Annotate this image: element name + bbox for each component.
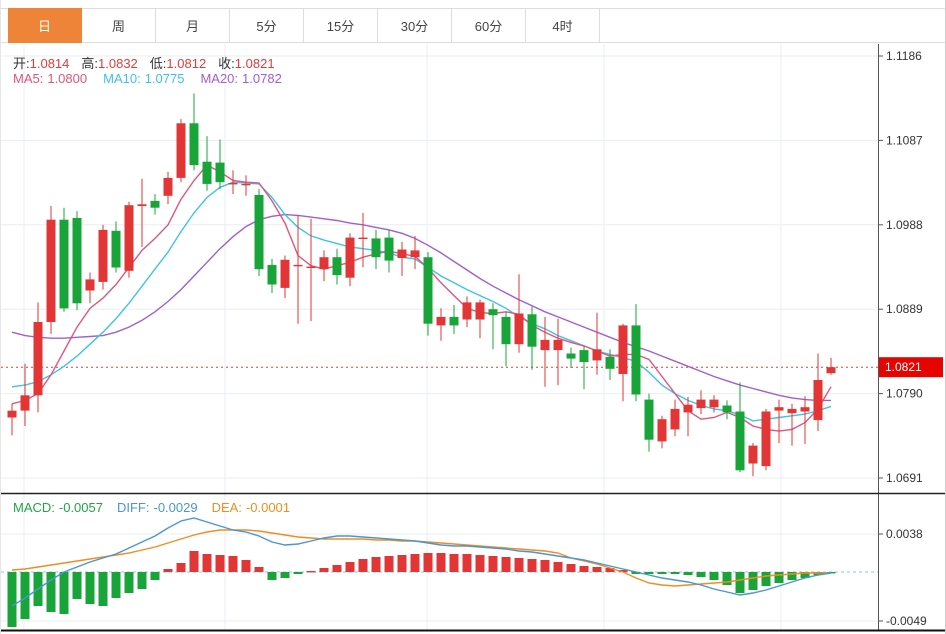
low-label: 低: [149,56,167,71]
timeframe-tabbar: 日 周 月 5分 15分 30分 60分 4时 [1,8,945,43]
tab-30min[interactable]: 30分 [378,9,452,42]
svg-text:0.0038: 0.0038 [886,527,923,541]
svg-text:1.0821: 1.0821 [885,360,922,374]
tab-day[interactable]: 日 [8,8,82,43]
chart-canvas[interactable]: 1.1186 1.1087 1.0988 1.0889 1.0790 1.0691 0.00… [1,44,946,634]
low-value: 1.0812 [166,56,207,71]
tab-week[interactable]: 周 [82,9,156,42]
open-value: 1.0814 [29,56,70,71]
tab-5min[interactable]: 5分 [230,9,304,42]
close-label: 收: [218,56,235,71]
ma-legend: MA5: 1.0800 MA10: 1.0775 MA20: 1.0782 [13,71,282,86]
diff-value: -0.0029 [153,500,198,515]
close-value: 1.0821 [234,56,275,71]
ma5-value: 1.0800 [47,71,88,86]
svg-text:1.0691: 1.0691 [886,471,923,485]
dea-value: -0.0001 [245,500,291,515]
ma10-value: 1.0775 [144,71,185,86]
svg-text:1.1087: 1.1087 [886,133,923,147]
svg-text:-0.0049: -0.0049 [886,614,927,628]
ma5-label: MA5: [13,71,44,86]
macd-label: MACD: [13,500,55,515]
svg-text:1.0988: 1.0988 [886,218,923,232]
tab-15min[interactable]: 15分 [304,9,378,42]
ma20-value: 1.0782 [242,71,282,86]
tab-60min[interactable]: 60分 [452,9,526,42]
open-label: 开: [13,56,30,71]
high-value: 1.0832 [98,56,138,71]
chart-marks: 1.1186 1.1087 1.0988 1.0889 1.0790 1.0691 0.00… [1,44,945,632]
macd-legend: MACD: -0.0057 DIFF: -0.0029 DEA: -0.0001 [13,500,290,515]
macd-value: -0.0057 [58,500,103,515]
svg-text:1.0790: 1.0790 [886,387,923,401]
svg-text:1.0889: 1.0889 [886,302,923,316]
dea-label: DEA: [211,500,242,515]
high-label: 高: [81,56,99,71]
tab-month[interactable]: 月 [156,9,230,42]
diff-label: DIFF: [116,500,150,515]
ma10-label: MA10: [103,71,141,86]
ma20-label: MA20: [200,71,239,86]
ohlc-legend: 开:1.0814 高:1.0832 低:1.0812 收:1.0821 [13,53,287,72]
tab-4hour[interactable]: 4时 [526,9,600,42]
trading-chart-app: 日 周 月 5分 15分 30分 60分 4时 1.1186 1.1087 1.09… [0,0,946,634]
svg-text:1.1186: 1.1186 [886,49,922,63]
